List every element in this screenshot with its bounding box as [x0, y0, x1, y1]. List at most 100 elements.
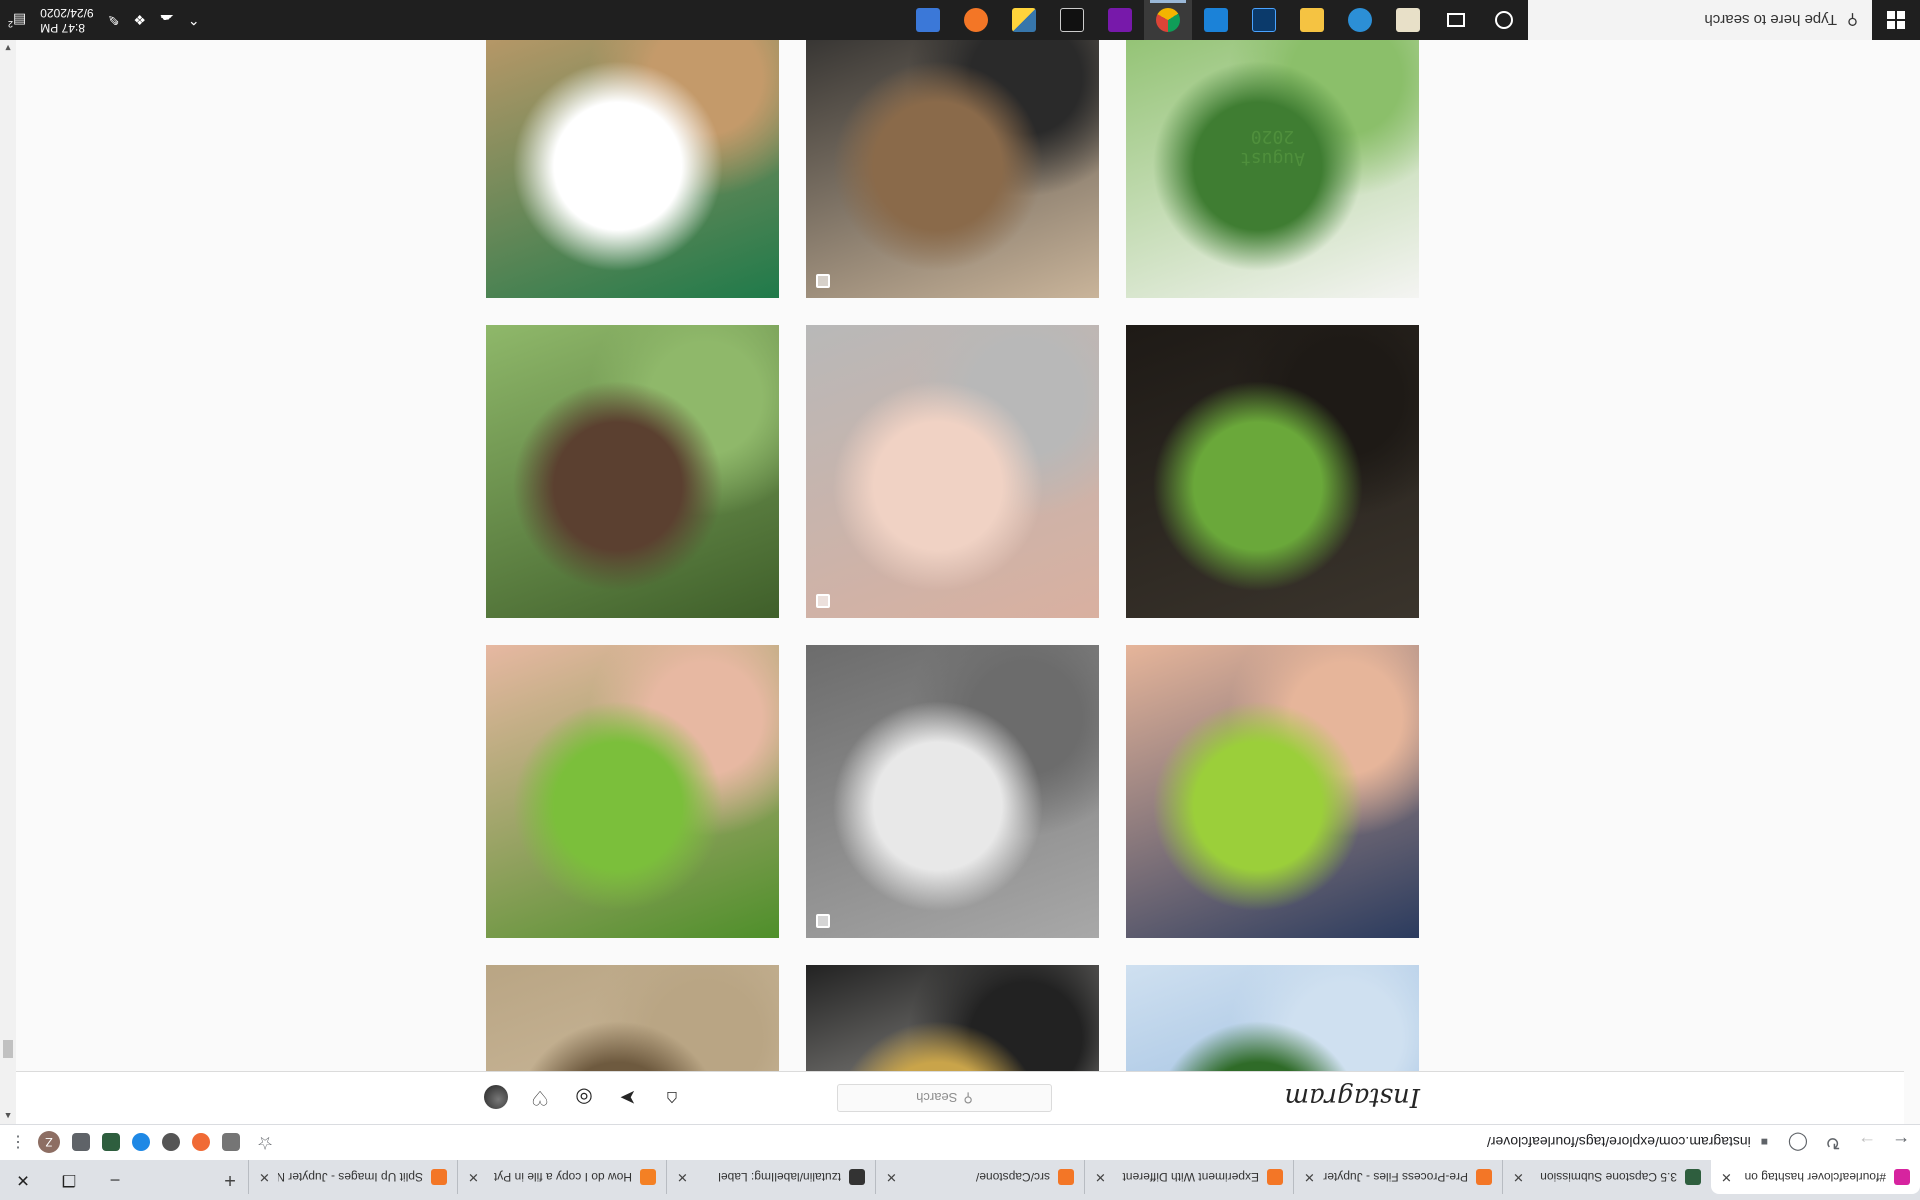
- browser-toolbar: ← → ↻ ◯ ■ instagram.com/explore/tags/fou…: [0, 1124, 1920, 1160]
- browser-tab[interactable]: 3.5 Capstone Submission ✕: [1502, 1160, 1711, 1194]
- task-view-icon[interactable]: [1432, 0, 1480, 40]
- post-thumbnail[interactable]: [806, 965, 1099, 1071]
- minimize-icon[interactable]: –: [92, 1171, 138, 1189]
- taskbar-clock[interactable]: 8:47 PM 9/24/2020: [40, 5, 93, 35]
- dropbox-icon[interactable]: ❖: [133, 12, 146, 29]
- instagram-favicon-icon: [1894, 1169, 1910, 1185]
- back-icon[interactable]: ←: [1892, 1132, 1910, 1153]
- substance-designer-icon[interactable]: [1240, 0, 1288, 40]
- instagram-nav: ⌂ ➤ ◎ ♡: [484, 1071, 684, 1124]
- activity-icon[interactable]: ♡: [528, 1086, 552, 1110]
- post-thumbnail[interactable]: [486, 645, 779, 938]
- scroll-up-arrow-icon[interactable]: ▲: [0, 1108, 16, 1124]
- url-text[interactable]: instagram.com/explore/tags/fourleafclove…: [1487, 1135, 1751, 1151]
- instagram-header: Instagram ⚲ Search ⌂ ➤ ◎ ♡: [0, 1071, 1904, 1124]
- post-thumbnail[interactable]: [486, 325, 779, 618]
- terminal-icon[interactable]: [1048, 0, 1096, 40]
- chevron-up-icon[interactable]: ⌃: [188, 12, 200, 29]
- instagram-search-input[interactable]: ⚲ Search: [837, 1084, 1052, 1112]
- browser-tab[interactable]: tzutalin/labelImg: Label ✕: [666, 1160, 875, 1194]
- search-icon: ⚲: [963, 1091, 973, 1106]
- lock-icon[interactable]: ■: [1761, 1136, 1768, 1150]
- post-thumbnail[interactable]: [806, 325, 1099, 618]
- browser-tab[interactable]: Pre-Process Files - Jupyter ✕: [1293, 1160, 1502, 1194]
- bookmark-star-icon[interactable]: ☆: [256, 1132, 274, 1153]
- close-tab-icon[interactable]: ✕: [468, 1169, 479, 1185]
- file-explorer-icon[interactable]: [1288, 0, 1336, 40]
- maximize-icon[interactable]: ❐: [46, 1170, 92, 1190]
- jupyter-favicon-icon: [1685, 1169, 1701, 1185]
- explore-icon[interactable]: ◎: [572, 1086, 596, 1110]
- jupyter-icon[interactable]: [952, 0, 1000, 40]
- tab-title: How do I copy a file in Pyt: [493, 1170, 632, 1184]
- post-image-text-line: August: [1239, 148, 1306, 170]
- scrollbar-thumb[interactable]: [3, 1040, 13, 1058]
- post-thumbnail[interactable]: [806, 40, 1099, 298]
- post-thumbnail[interactable]: [1126, 645, 1419, 938]
- tab-title: Experiment With Different: [1122, 1170, 1260, 1184]
- forward-icon[interactable]: →: [1858, 1132, 1876, 1153]
- clock-date: 9/24/2020: [40, 6, 94, 20]
- notification-center-icon[interactable]: ▤2: [8, 11, 26, 29]
- extension-icon[interactable]: [162, 1133, 180, 1152]
- post-thumbnail[interactable]: August 2020: [1126, 40, 1419, 298]
- cortana-icon[interactable]: [1480, 0, 1528, 40]
- multiple-posts-icon: [816, 594, 830, 608]
- page-scrollbar[interactable]: ▲ ▼: [0, 40, 16, 1124]
- shield-icon[interactable]: ◯: [1788, 1132, 1808, 1153]
- browser-tab[interactable]: How do I copy a file in Pyt ✕: [457, 1160, 666, 1194]
- reload-icon[interactable]: ↻: [1824, 1132, 1842, 1153]
- browser-tab[interactable]: src/Capstone/ ✕: [875, 1160, 1084, 1194]
- address-bar[interactable]: ■ instagram.com/explore/tags/fourleafclo…: [290, 1129, 1774, 1157]
- photos-icon[interactable]: [1192, 0, 1240, 40]
- close-tab-icon[interactable]: ✕: [886, 1169, 897, 1185]
- browser-tab[interactable]: Split Up Images - Jupyter N ✕: [248, 1160, 457, 1194]
- pen-icon[interactable]: ✎: [108, 12, 120, 29]
- close-tab-icon[interactable]: ✕: [259, 1169, 270, 1185]
- extension-icon[interactable]: [192, 1133, 210, 1152]
- tab-title: src/Capstone/: [975, 1170, 1050, 1184]
- post-image-text-line: 2020: [1250, 126, 1295, 148]
- profile-avatar-icon[interactable]: [484, 1085, 508, 1110]
- post-thumbnail[interactable]: [1126, 965, 1419, 1071]
- extension-icon[interactable]: [132, 1133, 150, 1152]
- close-tab-icon[interactable]: ✕: [677, 1169, 688, 1185]
- post-thumbnail[interactable]: [1126, 325, 1419, 618]
- post-thumbnail[interactable]: [486, 40, 779, 298]
- close-tab-icon[interactable]: ✕: [1304, 1169, 1315, 1185]
- new-tab-icon[interactable]: +: [212, 1169, 248, 1192]
- post-image-text: August 2020: [1126, 125, 1419, 169]
- home-icon[interactable]: ⌂: [660, 1086, 684, 1110]
- extension-icon[interactable]: [102, 1133, 120, 1152]
- taskbar-search-box[interactable]: ⚲ Type here to search: [1528, 0, 1872, 40]
- start-button[interactable]: [1872, 0, 1920, 40]
- close-tab-icon[interactable]: ✕: [1513, 1169, 1524, 1185]
- close-tab-icon[interactable]: ✕: [1095, 1169, 1106, 1185]
- windows-store-icon[interactable]: [904, 0, 952, 40]
- browser-menu-icon[interactable]: ⋮: [10, 1133, 26, 1153]
- close-tab-icon[interactable]: ✕: [1721, 1169, 1732, 1185]
- direct-icon[interactable]: ➤: [616, 1086, 640, 1110]
- tab-title: #fourleafclover hashtag on: [1744, 1170, 1886, 1184]
- post-thumbnail[interactable]: [486, 965, 779, 1071]
- post-thumbnail[interactable]: [806, 645, 1099, 938]
- python-icon[interactable]: [1000, 0, 1048, 40]
- instagram-logo[interactable]: Instagram: [1284, 1083, 1420, 1113]
- extensions-puzzle-icon[interactable]: [72, 1133, 90, 1152]
- tab-title: tzutalin/labelImg: Label: [718, 1170, 841, 1184]
- stackoverflow-favicon-icon: [640, 1169, 656, 1185]
- browser-tab[interactable]: #fourleafclover hashtag on ✕: [1711, 1160, 1920, 1194]
- edge-icon[interactable]: [1336, 0, 1384, 40]
- spreadsheet-app-icon[interactable]: [1384, 0, 1432, 40]
- scroll-down-arrow-icon[interactable]: ▼: [0, 40, 16, 56]
- onedrive-icon[interactable]: ☁: [160, 12, 174, 29]
- profile-avatar[interactable]: Z: [38, 1131, 60, 1154]
- browser-tab[interactable]: Experiment With Different ✕: [1084, 1160, 1293, 1194]
- onenote-icon[interactable]: [1096, 0, 1144, 40]
- extension-icon[interactable]: [222, 1133, 240, 1152]
- chrome-icon[interactable]: [1144, 0, 1192, 40]
- jupyter-favicon-icon: [1476, 1169, 1492, 1185]
- multiple-posts-icon: [816, 274, 830, 288]
- close-window-icon[interactable]: ✕: [0, 1170, 46, 1190]
- jupyter-favicon-icon: [431, 1169, 447, 1185]
